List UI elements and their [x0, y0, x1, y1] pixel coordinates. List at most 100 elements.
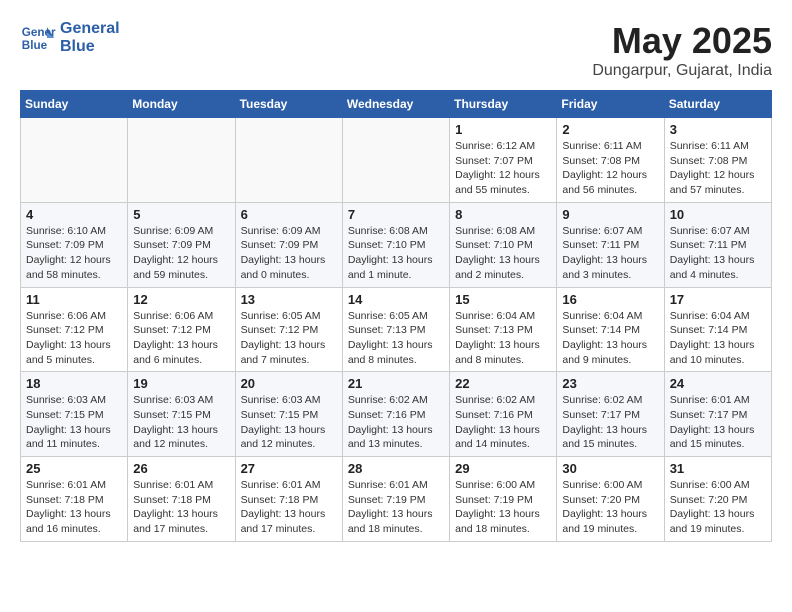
day-info: Sunrise: 6:04 AM Sunset: 7:14 PM Dayligh… [670, 309, 766, 368]
day-info: Sunrise: 6:10 AM Sunset: 7:09 PM Dayligh… [26, 224, 122, 283]
day-number: 22 [455, 376, 551, 391]
day-info: Sunrise: 6:04 AM Sunset: 7:13 PM Dayligh… [455, 309, 551, 368]
calendar-cell: 4 Sunrise: 6:10 AM Sunset: 7:09 PM Daylig… [21, 202, 128, 287]
day-info: Sunrise: 6:00 AM Sunset: 7:19 PM Dayligh… [455, 478, 551, 537]
day-info: Sunrise: 6:09 AM Sunset: 7:09 PM Dayligh… [241, 224, 337, 283]
calendar-cell: 9 Sunrise: 6:07 AM Sunset: 7:11 PM Daylig… [557, 202, 664, 287]
weekday-header-tuesday: Tuesday [235, 91, 342, 118]
calendar-table: SundayMondayTuesdayWednesdayThursdayFrid… [20, 90, 772, 542]
calendar-header-row: SundayMondayTuesdayWednesdayThursdayFrid… [21, 91, 772, 118]
day-info: Sunrise: 6:03 AM Sunset: 7:15 PM Dayligh… [241, 393, 337, 452]
calendar-cell: 1 Sunrise: 6:12 AM Sunset: 7:07 PM Daylig… [450, 118, 557, 203]
day-info: Sunrise: 6:03 AM Sunset: 7:15 PM Dayligh… [26, 393, 122, 452]
day-number: 18 [26, 376, 122, 391]
calendar-cell: 16 Sunrise: 6:04 AM Sunset: 7:14 PM Dayli… [557, 287, 664, 372]
day-info: Sunrise: 6:12 AM Sunset: 7:07 PM Dayligh… [455, 139, 551, 198]
day-number: 20 [241, 376, 337, 391]
day-number: 14 [348, 292, 444, 307]
day-number: 7 [348, 207, 444, 222]
calendar-cell: 27 Sunrise: 6:01 AM Sunset: 7:18 PM Dayli… [235, 457, 342, 542]
calendar-cell: 11 Sunrise: 6:06 AM Sunset: 7:12 PM Dayli… [21, 287, 128, 372]
calendar-cell: 5Sunrise: 6:09 AM Sunset: 7:09 PM Daylig… [128, 202, 235, 287]
day-info: Sunrise: 6:05 AM Sunset: 7:12 PM Dayligh… [241, 309, 337, 368]
weekday-header-saturday: Saturday [664, 91, 771, 118]
day-info: Sunrise: 6:00 AM Sunset: 7:20 PM Dayligh… [562, 478, 658, 537]
day-info: Sunrise: 6:03 AM Sunset: 7:15 PM Dayligh… [133, 393, 229, 452]
day-number: 28 [348, 461, 444, 476]
day-number: 16 [562, 292, 658, 307]
calendar-cell: 17 Sunrise: 6:04 AM Sunset: 7:14 PM Dayli… [664, 287, 771, 372]
day-info: Sunrise: 6:04 AM Sunset: 7:14 PM Dayligh… [562, 309, 658, 368]
calendar-cell: 26Sunrise: 6:01 AM Sunset: 7:18 PM Dayli… [128, 457, 235, 542]
day-info: Sunrise: 6:00 AM Sunset: 7:20 PM Dayligh… [670, 478, 766, 537]
day-number: 8 [455, 207, 551, 222]
weekday-header-monday: Monday [128, 91, 235, 118]
calendar-cell: 3Sunrise: 6:11 AM Sunset: 7:08 PM Daylig… [664, 118, 771, 203]
calendar-cell: 12Sunrise: 6:06 AM Sunset: 7:12 PM Dayli… [128, 287, 235, 372]
day-number: 13 [241, 292, 337, 307]
calendar-cell: 25Sunrise: 6:01 AM Sunset: 7:18 PM Dayli… [21, 457, 128, 542]
day-number: 30 [562, 461, 658, 476]
calendar-cell: 13 Sunrise: 6:05 AM Sunset: 7:12 PM Dayli… [235, 287, 342, 372]
logo-text-blue: Blue [60, 38, 120, 56]
calendar-cell [128, 118, 235, 203]
title-block: May 2025 Dungarpur, Gujarat, India [592, 20, 772, 80]
day-info: Sunrise: 6:07 AM Sunset: 7:11 PM Dayligh… [562, 224, 658, 283]
day-info: Sunrise: 6:11 AM Sunset: 7:08 PM Dayligh… [562, 139, 658, 198]
calendar-cell: 15Sunrise: 6:04 AM Sunset: 7:13 PM Dayli… [450, 287, 557, 372]
day-info: Sunrise: 6:09 AM Sunset: 7:09 PM Dayligh… [133, 224, 229, 283]
day-info: Sunrise: 6:06 AM Sunset: 7:12 PM Dayligh… [133, 309, 229, 368]
calendar-cell: 24 Sunrise: 6:01 AM Sunset: 7:17 PM Dayli… [664, 372, 771, 457]
calendar-cell: 21Sunrise: 6:02 AM Sunset: 7:16 PM Dayli… [342, 372, 449, 457]
calendar-cell: 30 Sunrise: 6:00 AM Sunset: 7:20 PM Dayli… [557, 457, 664, 542]
day-number: 25 [26, 461, 122, 476]
day-number: 24 [670, 376, 766, 391]
svg-text:Blue: Blue [22, 39, 48, 52]
day-info: Sunrise: 6:02 AM Sunset: 7:17 PM Dayligh… [562, 393, 658, 452]
day-number: 23 [562, 376, 658, 391]
day-info: Sunrise: 6:01 AM Sunset: 7:18 PM Dayligh… [241, 478, 337, 537]
calendar-cell: 19Sunrise: 6:03 AM Sunset: 7:15 PM Dayli… [128, 372, 235, 457]
logo: General Blue General Blue [20, 20, 120, 56]
logo-icon: General Blue [20, 20, 56, 56]
day-number: 17 [670, 292, 766, 307]
day-number: 31 [670, 461, 766, 476]
weekday-header-sunday: Sunday [21, 91, 128, 118]
weekday-header-wednesday: Wednesday [342, 91, 449, 118]
calendar-cell: 23 Sunrise: 6:02 AM Sunset: 7:17 PM Dayli… [557, 372, 664, 457]
weekday-header-thursday: Thursday [450, 91, 557, 118]
calendar-cell: 31 Sunrise: 6:00 AM Sunset: 7:20 PM Dayli… [664, 457, 771, 542]
calendar-cell: 2 Sunrise: 6:11 AM Sunset: 7:08 PM Daylig… [557, 118, 664, 203]
day-number: 26 [133, 461, 229, 476]
day-info: Sunrise: 6:11 AM Sunset: 7:08 PM Dayligh… [670, 139, 766, 198]
calendar-week-row: 25 Sunrise: 6:01 AM Sunset: 7:18 PM Dayli… [21, 457, 772, 542]
calendar-week-row: 11 Sunrise: 6:06 AM Sunset: 7:12 PM Dayli… [21, 287, 772, 372]
day-info: Sunrise: 6:06 AM Sunset: 7:12 PM Dayligh… [26, 309, 122, 368]
day-number: 27 [241, 461, 337, 476]
day-info: Sunrise: 6:05 AM Sunset: 7:13 PM Dayligh… [348, 309, 444, 368]
calendar-cell: 20 Sunrise: 6:03 AM Sunset: 7:15 PM Dayli… [235, 372, 342, 457]
day-number: 2 [562, 122, 658, 137]
day-number: 10 [670, 207, 766, 222]
day-info: Sunrise: 6:07 AM Sunset: 7:11 PM Dayligh… [670, 224, 766, 283]
calendar-week-row: 1 Sunrise: 6:12 AM Sunset: 7:07 PM Daylig… [21, 118, 772, 203]
calendar-week-row: 4 Sunrise: 6:10 AM Sunset: 7:09 PM Daylig… [21, 202, 772, 287]
calendar-cell [235, 118, 342, 203]
calendar-week-row: 18 Sunrise: 6:03 AM Sunset: 7:15 PM Dayli… [21, 372, 772, 457]
day-number: 6 [241, 207, 337, 222]
calendar-cell: 29 Sunrise: 6:00 AM Sunset: 7:19 PM Dayli… [450, 457, 557, 542]
calendar-cell: 28Sunrise: 6:01 AM Sunset: 7:19 PM Dayli… [342, 457, 449, 542]
day-number: 1 [455, 122, 551, 137]
day-info: Sunrise: 6:01 AM Sunset: 7:17 PM Dayligh… [670, 393, 766, 452]
day-number: 11 [26, 292, 122, 307]
day-number: 4 [26, 207, 122, 222]
location-subtitle: Dungarpur, Gujarat, India [592, 62, 772, 80]
day-number: 29 [455, 461, 551, 476]
calendar-cell: 22Sunrise: 6:02 AM Sunset: 7:16 PM Dayli… [450, 372, 557, 457]
calendar-cell [342, 118, 449, 203]
day-number: 9 [562, 207, 658, 222]
calendar-cell [21, 118, 128, 203]
logo-text-general: General [60, 20, 120, 38]
calendar-cell: 10 Sunrise: 6:07 AM Sunset: 7:11 PM Dayli… [664, 202, 771, 287]
calendar-cell: 6 Sunrise: 6:09 AM Sunset: 7:09 PM Daylig… [235, 202, 342, 287]
